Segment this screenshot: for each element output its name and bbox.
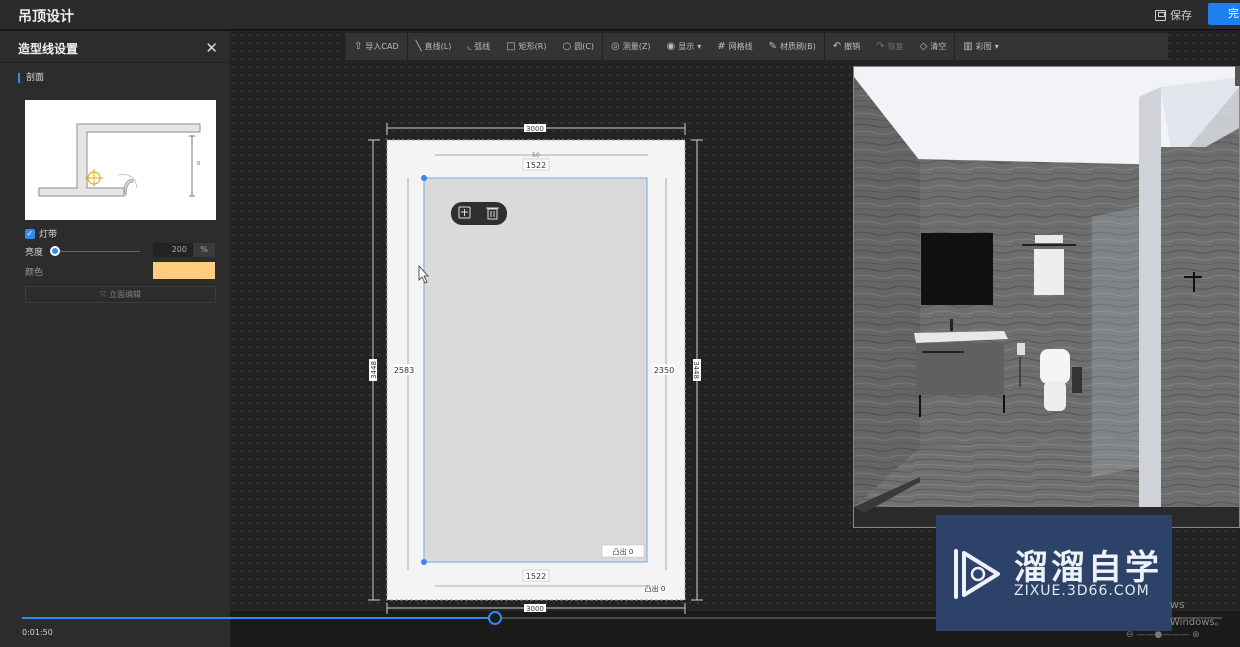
save-label: 保存	[1170, 9, 1192, 22]
playback-time: 0:01:50	[22, 628, 53, 637]
profile-drawing: 0	[38, 123, 201, 197]
dim-outer-left: 3448	[370, 361, 378, 379]
tool-color-map[interactable]: ▥ 彩图 ▾	[955, 33, 1006, 60]
chevron-down-icon: ▾	[994, 42, 999, 51]
redo-icon: ↷	[876, 41, 885, 52]
tool-circle[interactable]: ○ 圆(C)	[554, 33, 602, 60]
close-icon[interactable]: ✕	[205, 39, 218, 57]
light-strip-label: 灯带	[39, 230, 58, 240]
grid-icon: #	[717, 41, 726, 52]
view-orientation-widget[interactable]	[1235, 66, 1240, 86]
eye-icon: ◉	[666, 41, 676, 52]
molding-settings-panel: 造型线设置 ✕ 剖面 0 ✓ 灯带 亮度 200 % 颜色 ⤧ 立面编辑	[0, 31, 230, 647]
bulge-inner: 凸出 0	[613, 547, 634, 556]
tool-label: 矩形(R)	[518, 42, 547, 51]
dim-top-small: 50	[532, 152, 540, 159]
drawing-toolbar: ⇧ 导入CAD ╲ 直线(L) ◟ 弧线 □ 矩形(R) ○ 圆(C) ◎ 测量(Z) ◉ 显…	[346, 33, 1168, 60]
elevation-edit-button[interactable]: ⤧ 立面编辑	[25, 286, 216, 303]
watermark-title: 溜溜自学	[1014, 548, 1162, 588]
panel-header: 造型线设置 ✕	[0, 31, 230, 63]
app-root: 吊顶设计 保存 完 造型线设置 ✕ 剖面 0 ✓ 灯带 亮度 200 % 颜色 …	[0, 0, 1240, 647]
color-label: 颜色	[25, 268, 44, 278]
tool-import-cad[interactable]: ⇧ 导入CAD	[346, 33, 407, 60]
upload-icon: ⇧	[354, 41, 363, 52]
dim-outer-top: 3000	[526, 125, 544, 133]
circle-icon: ○	[562, 41, 572, 52]
tool-label: 恢复	[887, 42, 904, 51]
dim-outer-right: 3448	[692, 361, 700, 379]
dim-inner-top: 1522	[526, 161, 546, 170]
chevron-down-icon: ▾	[697, 42, 702, 51]
dim-right-offset: 2350	[654, 366, 674, 375]
tool-label: 材质刷(B)	[780, 42, 816, 51]
elevation-edit-label: 立面编辑	[108, 290, 141, 299]
map-icon: ▥	[963, 41, 973, 52]
color-swatch[interactable]	[153, 262, 215, 279]
dim-inner-bottom: 1522	[526, 572, 546, 581]
tool-grid[interactable]: # 网格线	[709, 33, 760, 60]
panel-title: 造型线设置	[18, 42, 79, 56]
timeline-progress	[22, 617, 494, 619]
brightness-slider-track[interactable]	[55, 251, 140, 252]
arc-icon: ◟	[467, 41, 472, 52]
bulge-outer: 凸出 0	[645, 584, 666, 593]
done-button[interactable]: 完	[1208, 3, 1240, 25]
tool-label: 导入CAD	[365, 42, 399, 51]
tool-measure[interactable]: ◎ 测量(Z)	[603, 33, 658, 60]
tool-arc[interactable]: ◟ 弧线	[459, 33, 498, 60]
tool-label: 测量(Z)	[622, 42, 651, 51]
line-icon: ╲	[415, 41, 422, 52]
windows-notice-line2: Windows。	[1170, 617, 1225, 628]
section-label: 剖面	[18, 73, 44, 83]
tool-label: 网格线	[728, 42, 753, 51]
dim-outer-bottom: 3000	[526, 605, 544, 613]
tool-rectangle[interactable]: □ 矩形(R)	[498, 33, 554, 60]
light-strip-checkbox[interactable]: ✓	[25, 228, 35, 239]
tool-label: 圆(C)	[574, 42, 595, 51]
tool-label: 显示	[678, 42, 695, 51]
svg-text:0: 0	[197, 161, 200, 167]
brightness-unit: %	[193, 243, 215, 257]
zoom-slider[interactable]: ⊖ ——●——— ⊕	[1126, 630, 1200, 640]
tool-material-brush[interactable]: ✎ 材质刷(B)	[761, 33, 824, 60]
save-icon	[1155, 9, 1166, 21]
tool-label: 直线(L)	[424, 42, 452, 51]
eraser-icon: ◇	[919, 41, 928, 52]
brightness-input[interactable]: 200	[153, 243, 193, 257]
rectangle-icon: □	[506, 41, 516, 52]
tool-clear[interactable]: ◇ 清空	[912, 33, 955, 60]
brush-icon: ✎	[768, 41, 778, 52]
undo-icon: ↶	[832, 41, 842, 52]
play-logo-icon	[954, 549, 1000, 599]
3d-bathroom-render	[854, 67, 1239, 527]
tool-label: 撤销	[844, 42, 861, 51]
profile-preview[interactable]: 0	[25, 100, 216, 220]
tool-undo[interactable]: ↶ 撤销	[825, 33, 868, 60]
tool-label: 彩图	[975, 42, 992, 51]
3d-preview-viewport[interactable]	[853, 66, 1240, 528]
tool-label: 清空	[930, 42, 947, 51]
light-strip-row: ✓ 灯带	[25, 227, 57, 240]
tool-line[interactable]: ╲ 直线(L)	[408, 33, 460, 60]
top-bar: 吊顶设计 保存 完	[0, 0, 1240, 30]
tool-label: 弧线	[474, 42, 491, 51]
ceiling-plan[interactable]: 3000 3000 3448 3448 1522 50 1522 2583 23…	[360, 115, 710, 620]
timeline-scrubber[interactable]	[488, 611, 502, 625]
selection-actions[interactable]	[451, 202, 507, 225]
save-button[interactable]: 保存	[1155, 7, 1192, 23]
tool-display[interactable]: ◉ 显示 ▾	[659, 33, 710, 60]
tool-redo[interactable]: ↷ 恢复	[868, 33, 911, 60]
watermark-subtitle: ZIXUE.3D66.COM	[1014, 583, 1150, 599]
windows-notice-line1: ws	[1170, 598, 1185, 611]
app-title: 吊顶设计	[18, 9, 74, 25]
brightness-label: 亮度	[25, 248, 44, 258]
measure-icon: ◎	[611, 41, 620, 52]
edit-icon: ⤧	[100, 290, 109, 299]
dim-left-offset: 2583	[394, 366, 414, 375]
brightness-slider-handle[interactable]	[50, 246, 60, 256]
